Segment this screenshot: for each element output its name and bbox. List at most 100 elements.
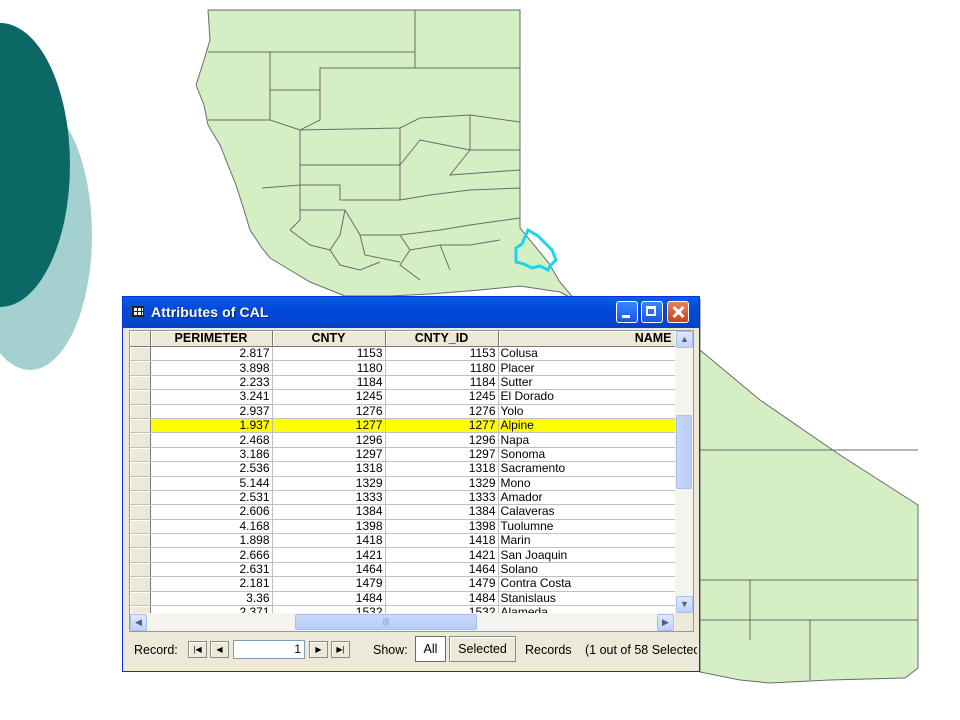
first-record-icon[interactable]: |◀: [188, 641, 207, 658]
cell-cnty-id[interactable]: 1333: [385, 490, 499, 506]
row-selector[interactable]: [130, 562, 151, 578]
table-row[interactable]: 1.898 1418 1418 Marin: [130, 533, 676, 549]
table-row[interactable]: 2.233 1184 1184 Sutter: [130, 375, 676, 391]
cell-name[interactable]: Contra Costa: [498, 576, 676, 592]
cell-cnty-id[interactable]: 1180: [385, 360, 499, 376]
cell-perimeter[interactable]: 2.817: [150, 346, 273, 362]
table-row[interactable]: 1.937 1277 1277 Alpine: [130, 418, 676, 434]
previous-record-icon[interactable]: ◀: [210, 641, 229, 658]
cell-cnty[interactable]: 1277: [272, 418, 386, 434]
minimize-button[interactable]: [616, 301, 638, 323]
horizontal-scrollbar[interactable]: ◀ ||| ▶: [130, 613, 675, 631]
cell-cnty-id[interactable]: 1479: [385, 576, 499, 592]
cell-name[interactable]: Colusa: [498, 346, 676, 362]
scroll-left-icon[interactable]: ◀: [130, 614, 147, 631]
row-selector[interactable]: [130, 432, 151, 448]
cell-name[interactable]: Placer: [498, 360, 676, 376]
cell-cnty-id[interactable]: 1464: [385, 562, 499, 578]
cell-cnty-id[interactable]: 1277: [385, 418, 499, 434]
vertical-scrollbar[interactable]: ▲ ▼: [675, 331, 693, 613]
column-header-perimeter[interactable]: PERIMETER: [150, 331, 273, 347]
row-selector[interactable]: [130, 519, 151, 535]
row-selector[interactable]: [130, 547, 151, 563]
cell-perimeter[interactable]: 5.144: [150, 476, 273, 491]
cell-perimeter[interactable]: 2.233: [150, 375, 273, 391]
cell-cnty-id[interactable]: 1184: [385, 375, 499, 391]
cell-cnty[interactable]: 1297: [272, 447, 386, 463]
cell-name[interactable]: Mono: [498, 476, 676, 491]
scroll-right-icon[interactable]: ▶: [657, 614, 674, 631]
row-selector-header[interactable]: [130, 331, 151, 347]
table-row[interactable]: 3.898 1180 1180 Placer: [130, 360, 676, 376]
table-row[interactable]: 3.36 1484 1484 Stanislaus: [130, 591, 676, 607]
row-selector[interactable]: [130, 375, 151, 391]
cell-cnty-id[interactable]: 1484: [385, 591, 499, 607]
cell-cnty[interactable]: 1421: [272, 547, 386, 563]
cell-cnty-id[interactable]: 1153: [385, 346, 499, 362]
cell-cnty[interactable]: 1296: [272, 432, 386, 448]
cell-perimeter[interactable]: 4.168: [150, 519, 273, 535]
maximize-button[interactable]: [641, 301, 663, 323]
title-bar[interactable]: Attributes of CAL: [123, 297, 699, 328]
table-row[interactable]: 2.181 1479 1479 Contra Costa: [130, 576, 676, 592]
show-selected-button[interactable]: Selected: [449, 636, 516, 662]
cell-name[interactable]: Solano: [498, 562, 676, 578]
cell-cnty[interactable]: 1479: [272, 576, 386, 592]
cell-perimeter[interactable]: 3.36: [150, 591, 273, 607]
cell-name[interactable]: San Joaquin: [498, 547, 676, 563]
cell-perimeter[interactable]: 1.937: [150, 418, 273, 434]
row-selector[interactable]: [130, 533, 151, 549]
row-selector[interactable]: [130, 404, 151, 419]
cell-name[interactable]: Calaveras: [498, 504, 676, 520]
cell-perimeter[interactable]: 2.666: [150, 547, 273, 563]
attributes-window[interactable]: Attributes of CAL PERIMETER CNTY CNTY_ID…: [122, 296, 700, 672]
cell-cnty[interactable]: 1418: [272, 533, 386, 549]
close-button[interactable]: [667, 301, 689, 323]
cell-cnty[interactable]: 1464: [272, 562, 386, 578]
cell-name[interactable]: El Dorado: [498, 389, 676, 405]
table-row[interactable]: 3.186 1297 1297 Sonoma: [130, 447, 676, 463]
cell-name[interactable]: Marin: [498, 533, 676, 549]
cell-cnty-id[interactable]: 1297: [385, 447, 499, 463]
cell-name[interactable]: Alpine: [498, 418, 676, 434]
cell-perimeter[interactable]: 2.181: [150, 576, 273, 592]
cell-perimeter[interactable]: 2.531: [150, 490, 273, 506]
row-selector[interactable]: [130, 389, 151, 405]
row-selector[interactable]: [130, 346, 151, 362]
cell-cnty-id[interactable]: 1329: [385, 476, 499, 491]
cell-name[interactable]: Amador: [498, 490, 676, 506]
cell-cnty-id[interactable]: 1398: [385, 519, 499, 535]
table-row[interactable]: 2.468 1296 1296 Napa: [130, 432, 676, 448]
cell-cnty[interactable]: 1153: [272, 346, 386, 362]
cell-name[interactable]: Tuolumne: [498, 519, 676, 535]
vertical-scroll-thumb[interactable]: [676, 415, 692, 489]
column-header-cnty[interactable]: CNTY: [272, 331, 386, 347]
cell-cnty[interactable]: 1184: [272, 375, 386, 391]
row-selector[interactable]: [130, 576, 151, 592]
table-row[interactable]: 5.144 1329 1329 Mono: [130, 476, 676, 491]
cell-perimeter[interactable]: 2.536: [150, 461, 273, 477]
table-row[interactable]: 2.531 1333 1333 Amador: [130, 490, 676, 506]
row-selector[interactable]: [130, 418, 151, 434]
cell-perimeter[interactable]: 2.606: [150, 504, 273, 520]
column-header-cnty-id[interactable]: CNTY_ID: [385, 331, 499, 347]
cell-cnty-id[interactable]: 1384: [385, 504, 499, 520]
table-row[interactable]: 2.666 1421 1421 San Joaquin: [130, 547, 676, 563]
cell-cnty[interactable]: 1329: [272, 476, 386, 491]
next-record-icon[interactable]: ▶: [309, 641, 328, 658]
cell-cnty[interactable]: 1245: [272, 389, 386, 405]
table-row[interactable]: 4.168 1398 1398 Tuolumne: [130, 519, 676, 535]
row-selector[interactable]: [130, 490, 151, 506]
show-all-button[interactable]: All: [415, 636, 446, 662]
cell-name[interactable]: Napa: [498, 432, 676, 448]
last-record-icon[interactable]: ▶|: [331, 641, 350, 658]
row-selector[interactable]: [130, 447, 151, 463]
horizontal-scroll-thumb[interactable]: |||: [295, 614, 477, 630]
cell-cnty-id[interactable]: 1418: [385, 533, 499, 549]
cell-name[interactable]: Sacramento: [498, 461, 676, 477]
row-selector[interactable]: [130, 360, 151, 376]
cell-cnty[interactable]: 1276: [272, 404, 386, 419]
cell-cnty-id[interactable]: 1245: [385, 389, 499, 405]
cell-cnty-id[interactable]: 1276: [385, 404, 499, 419]
cell-cnty[interactable]: 1384: [272, 504, 386, 520]
